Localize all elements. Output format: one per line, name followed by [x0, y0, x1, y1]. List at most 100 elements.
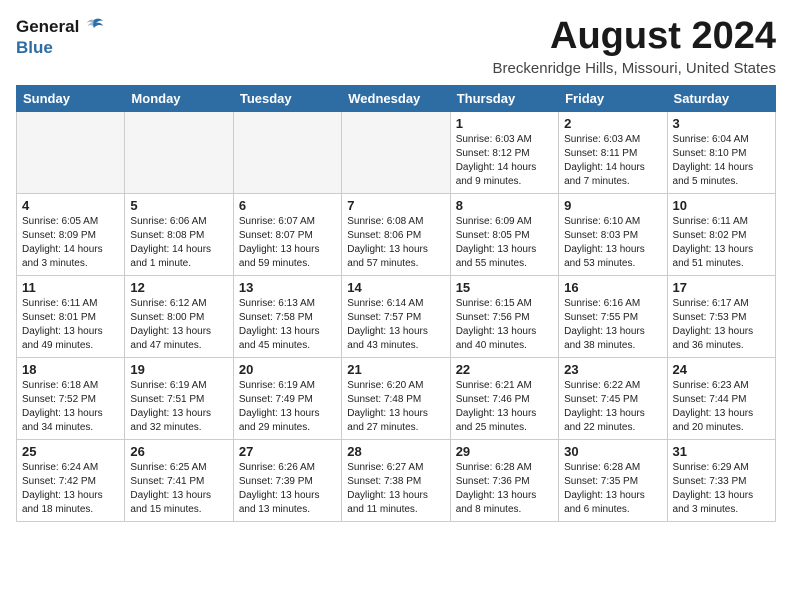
- day-number: 23: [564, 362, 661, 377]
- day-number: 30: [564, 444, 661, 459]
- table-row: 6 Sunrise: 6:07 AM Sunset: 8:07 PM Daylig…: [233, 193, 341, 275]
- calendar-week-row: 4Sunrise: 6:05 AM Sunset: 8:09 PM Daylig…: [17, 193, 776, 275]
- day-info: Sunrise: 6:05 AM Sunset: 8:09 PM Dayligh…: [22, 215, 119, 271]
- day-info: Sunrise: 6:11 AM Sunset: 8:01 PM Dayligh…: [22, 297, 119, 353]
- day-info: Sunrise: 6:22 AM Sunset: 7:45 PM Dayligh…: [564, 379, 661, 435]
- title-block: August 2024 Breckenridge Hills, Missouri…: [493, 16, 776, 77]
- day-info: Sunrise: 6:11 AM Sunset: 8:02 PM Dayligh…: [673, 215, 770, 271]
- col-monday: Monday: [125, 85, 233, 111]
- day-info: Sunrise: 6:03 AM Sunset: 8:11 PM Dayligh…: [564, 133, 661, 189]
- day-number: 15: [456, 280, 553, 295]
- day-info: Sunrise: 6:08 AM Sunset: 8:06 PM Dayligh…: [347, 215, 444, 271]
- table-row: 25 Sunrise: 6:24 AM Sunset: 7:42 PM Dayli…: [17, 439, 125, 521]
- day-number: 24: [673, 362, 770, 377]
- day-info: Sunrise: 6:07 AM Sunset: 8:07 PM Dayligh…: [239, 215, 336, 271]
- table-row: 10 Sunrise: 6:11 AM Sunset: 8:02 PM Dayli…: [667, 193, 775, 275]
- day-number: 20: [239, 362, 336, 377]
- table-row: 17Sunrise: 6:17 AM Sunset: 7:53 PM Dayli…: [667, 275, 775, 357]
- table-row: 22 Sunrise: 6:21 AM Sunset: 7:46 PM Dayli…: [450, 357, 558, 439]
- calendar-table: Sunday Monday Tuesday Wednesday Thursday…: [16, 85, 776, 522]
- day-info: Sunrise: 6:12 AM Sunset: 8:00 PM Dayligh…: [130, 297, 227, 353]
- day-number: 11: [22, 280, 119, 295]
- table-row: 24 Sunrise: 6:23 AM Sunset: 7:44 PM Dayli…: [667, 357, 775, 439]
- table-row: 7 Sunrise: 6:08 AM Sunset: 8:06 PM Daylig…: [342, 193, 450, 275]
- day-info: Sunrise: 6:19 AM Sunset: 7:51 PM Dayligh…: [130, 379, 227, 435]
- bird-icon: [83, 16, 105, 38]
- location-subtitle: Breckenridge Hills, Missouri, United Sta…: [493, 60, 776, 77]
- table-row: 19 Sunrise: 6:19 AM Sunset: 7:51 PM Dayli…: [125, 357, 233, 439]
- day-info: Sunrise: 6:16 AM Sunset: 7:55 PM Dayligh…: [564, 297, 661, 353]
- day-number: 28: [347, 444, 444, 459]
- day-info: Sunrise: 6:28 AM Sunset: 7:35 PM Dayligh…: [564, 461, 661, 517]
- table-row: 29 Sunrise: 6:28 AM Sunset: 7:36 PM Dayli…: [450, 439, 558, 521]
- table-row: 11 Sunrise: 6:11 AM Sunset: 8:01 PM Dayli…: [17, 275, 125, 357]
- day-number: 7: [347, 198, 444, 213]
- col-sunday: Sunday: [17, 85, 125, 111]
- day-number: 13: [239, 280, 336, 295]
- day-info: Sunrise: 6:04 AM Sunset: 8:10 PM Dayligh…: [673, 133, 770, 189]
- day-number: 2: [564, 116, 661, 131]
- day-info: Sunrise: 6:06 AM Sunset: 8:08 PM Dayligh…: [130, 215, 227, 271]
- calendar-week-row: 1Sunrise: 6:03 AM Sunset: 8:12 PM Daylig…: [17, 111, 776, 193]
- day-info: Sunrise: 6:28 AM Sunset: 7:36 PM Dayligh…: [456, 461, 553, 517]
- day-number: 31: [673, 444, 770, 459]
- table-row: 13 Sunrise: 6:13 AM Sunset: 7:58 PM Dayli…: [233, 275, 341, 357]
- day-info: Sunrise: 6:14 AM Sunset: 7:57 PM Dayligh…: [347, 297, 444, 353]
- day-number: 1: [456, 116, 553, 131]
- table-row: 26Sunrise: 6:25 AM Sunset: 7:41 PM Dayli…: [125, 439, 233, 521]
- table-row: 31Sunrise: 6:29 AM Sunset: 7:33 PM Dayli…: [667, 439, 775, 521]
- day-number: 3: [673, 116, 770, 131]
- day-number: 19: [130, 362, 227, 377]
- day-number: 14: [347, 280, 444, 295]
- day-info: Sunrise: 6:27 AM Sunset: 7:38 PM Dayligh…: [347, 461, 444, 517]
- day-number: 10: [673, 198, 770, 213]
- table-row: 2 Sunrise: 6:03 AM Sunset: 8:11 PM Daylig…: [559, 111, 667, 193]
- col-saturday: Saturday: [667, 85, 775, 111]
- table-row: 14 Sunrise: 6:14 AM Sunset: 7:57 PM Dayli…: [342, 275, 450, 357]
- day-info: Sunrise: 6:17 AM Sunset: 7:53 PM Dayligh…: [673, 297, 770, 353]
- day-info: Sunrise: 6:23 AM Sunset: 7:44 PM Dayligh…: [673, 379, 770, 435]
- table-row: [342, 111, 450, 193]
- table-row: 9 Sunrise: 6:10 AM Sunset: 8:03 PM Daylig…: [559, 193, 667, 275]
- day-number: 22: [456, 362, 553, 377]
- table-row: 15 Sunrise: 6:15 AM Sunset: 7:56 PM Dayli…: [450, 275, 558, 357]
- day-info: Sunrise: 6:15 AM Sunset: 7:56 PM Dayligh…: [456, 297, 553, 353]
- table-row: 20 Sunrise: 6:19 AM Sunset: 7:49 PM Dayli…: [233, 357, 341, 439]
- day-number: 8: [456, 198, 553, 213]
- day-number: 18: [22, 362, 119, 377]
- day-info: Sunrise: 6:13 AM Sunset: 7:58 PM Dayligh…: [239, 297, 336, 353]
- day-number: 25: [22, 444, 119, 459]
- day-number: 5: [130, 198, 227, 213]
- day-info: Sunrise: 6:24 AM Sunset: 7:42 PM Dayligh…: [22, 461, 119, 517]
- calendar-week-row: 25 Sunrise: 6:24 AM Sunset: 7:42 PM Dayli…: [17, 439, 776, 521]
- table-row: [17, 111, 125, 193]
- day-number: 29: [456, 444, 553, 459]
- day-number: 6: [239, 198, 336, 213]
- col-tuesday: Tuesday: [233, 85, 341, 111]
- table-row: 16Sunrise: 6:16 AM Sunset: 7:55 PM Dayli…: [559, 275, 667, 357]
- day-info: Sunrise: 6:25 AM Sunset: 7:41 PM Dayligh…: [130, 461, 227, 517]
- table-row: 21Sunrise: 6:20 AM Sunset: 7:48 PM Dayli…: [342, 357, 450, 439]
- calendar-week-row: 11 Sunrise: 6:11 AM Sunset: 8:01 PM Dayli…: [17, 275, 776, 357]
- table-row: 18 Sunrise: 6:18 AM Sunset: 7:52 PM Dayli…: [17, 357, 125, 439]
- calendar-header-row: Sunday Monday Tuesday Wednesday Thursday…: [17, 85, 776, 111]
- day-info: Sunrise: 6:19 AM Sunset: 7:49 PM Dayligh…: [239, 379, 336, 435]
- table-row: 12 Sunrise: 6:12 AM Sunset: 8:00 PM Dayli…: [125, 275, 233, 357]
- day-number: 9: [564, 198, 661, 213]
- table-row: 30 Sunrise: 6:28 AM Sunset: 7:35 PM Dayli…: [559, 439, 667, 521]
- day-info: Sunrise: 6:21 AM Sunset: 7:46 PM Dayligh…: [456, 379, 553, 435]
- day-number: 12: [130, 280, 227, 295]
- table-row: [125, 111, 233, 193]
- table-row: 23 Sunrise: 6:22 AM Sunset: 7:45 PM Dayli…: [559, 357, 667, 439]
- logo-blue: Blue: [16, 38, 53, 58]
- day-info: Sunrise: 6:18 AM Sunset: 7:52 PM Dayligh…: [22, 379, 119, 435]
- day-info: Sunrise: 6:26 AM Sunset: 7:39 PM Dayligh…: [239, 461, 336, 517]
- month-year-title: August 2024: [493, 16, 776, 58]
- table-row: 5 Sunrise: 6:06 AM Sunset: 8:08 PM Daylig…: [125, 193, 233, 275]
- day-number: 27: [239, 444, 336, 459]
- day-info: Sunrise: 6:20 AM Sunset: 7:48 PM Dayligh…: [347, 379, 444, 435]
- table-row: 1Sunrise: 6:03 AM Sunset: 8:12 PM Daylig…: [450, 111, 558, 193]
- table-row: 28 Sunrise: 6:27 AM Sunset: 7:38 PM Dayli…: [342, 439, 450, 521]
- col-wednesday: Wednesday: [342, 85, 450, 111]
- day-info: Sunrise: 6:10 AM Sunset: 8:03 PM Dayligh…: [564, 215, 661, 271]
